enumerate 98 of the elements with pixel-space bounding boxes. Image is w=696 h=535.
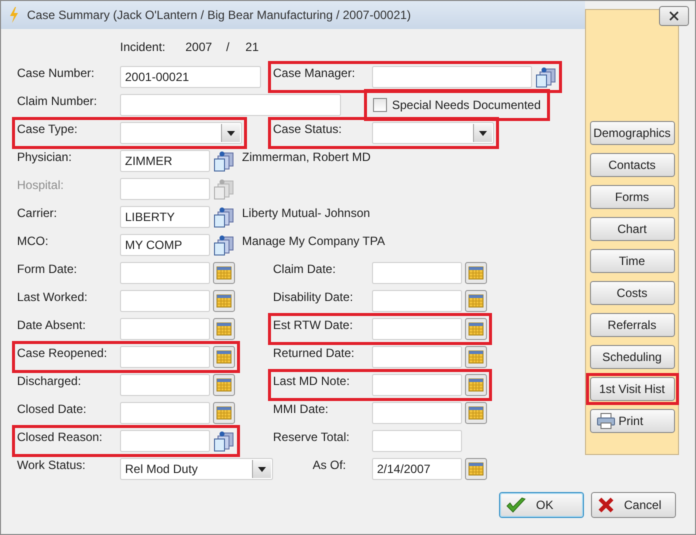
field-label: Date Absent: [17, 318, 87, 332]
calendar-icon[interactable] [213, 402, 235, 424]
calendar-icon[interactable] [213, 262, 235, 284]
lookup-description: Manage My Company TPA [242, 234, 385, 248]
field-label: Reserve Total: [273, 430, 350, 444]
side-button[interactable]: Referrals [590, 313, 674, 337]
dropdown-field[interactable] [120, 122, 242, 144]
ok-button[interactable]: OK [499, 492, 584, 518]
close-icon [598, 497, 614, 513]
field-label: Case Reopened: [17, 346, 108, 360]
field-label: Est RTW Date: [273, 318, 354, 332]
dropdown-arrow-icon [258, 466, 266, 472]
dropdown-field[interactable] [372, 122, 494, 144]
field-label: Physician: [17, 150, 73, 164]
field-label: Claim Date: [273, 262, 337, 276]
field-label: Work Status: [17, 458, 86, 472]
lookup-description: Zimmerman, Robert MD [242, 150, 371, 164]
input-field[interactable] [120, 346, 210, 368]
calendar-icon[interactable] [465, 290, 487, 312]
window-title: Case Summary (Jack O'Lantern / Big Bear Manufacturing / 2007-00021) [27, 8, 411, 22]
input-field[interactable]: ZIMMER [120, 150, 210, 172]
field-label: MCO: [17, 234, 50, 248]
incident-number: 21 [245, 40, 259, 54]
special-needs-checkbox[interactable]: Special Needs Documented [369, 98, 545, 112]
calendar-icon[interactable] [213, 346, 235, 368]
calendar-icon[interactable] [465, 458, 487, 480]
calendar-icon[interactable] [465, 262, 487, 284]
lookup-icon[interactable] [213, 150, 235, 172]
calendar-icon[interactable] [213, 374, 235, 396]
printer-icon [596, 413, 614, 429]
input-field[interactable] [372, 290, 462, 312]
field-label: Form Date: [17, 262, 78, 276]
calendar-icon[interactable] [213, 318, 235, 340]
field-label: Case Number: [17, 66, 96, 80]
side-button[interactable]: 1st Visit Hist [590, 377, 674, 401]
field-label: Carrier: [17, 206, 58, 220]
calendar-icon[interactable] [465, 374, 487, 396]
incident-year: 2007 [185, 40, 212, 54]
input-field[interactable] [372, 318, 462, 340]
input-field[interactable] [372, 402, 462, 424]
input-field[interactable] [120, 94, 341, 116]
calendar-icon[interactable] [465, 318, 487, 340]
checkmark-icon [506, 497, 526, 513]
field-label: Last Worked: [17, 290, 88, 304]
side-button[interactable]: Print [590, 409, 674, 433]
field-label: Closed Reason: [17, 430, 104, 444]
input-field[interactable]: 2/14/2007 [372, 458, 462, 480]
input-field[interactable] [372, 374, 462, 396]
input-field[interactable]: LIBERTY [120, 206, 210, 228]
input-field[interactable] [120, 290, 210, 312]
input-field[interactable]: 2001-00021 [120, 66, 261, 88]
input-field[interactable] [372, 262, 462, 284]
field-label: Hospital: [17, 178, 65, 192]
dropdown-arrow-icon [227, 130, 235, 136]
close-button[interactable] [659, 6, 689, 26]
field-label: Case Manager: [273, 66, 356, 80]
side-button[interactable]: Time [590, 249, 674, 273]
input-field[interactable] [372, 430, 462, 452]
dropdown-field[interactable]: Rel Mod Duty [120, 458, 273, 480]
lightning-icon [9, 7, 19, 23]
side-button[interactable]: Chart [590, 217, 674, 241]
calendar-icon[interactable] [213, 290, 235, 312]
lookup-icon[interactable] [213, 206, 235, 228]
input-field[interactable] [372, 66, 532, 88]
field-label: Returned Date: [273, 346, 356, 360]
input-field[interactable] [120, 318, 210, 340]
side-button[interactable]: Contacts [590, 153, 674, 177]
field-label: Case Type: [17, 122, 78, 136]
calendar-icon[interactable] [465, 402, 487, 424]
lookup-description: Liberty Mutual- Johnson [242, 206, 370, 220]
input-field[interactable] [372, 346, 462, 368]
lookup-icon[interactable] [213, 234, 235, 256]
input-field[interactable] [120, 430, 210, 452]
dropdown-arrow-icon [479, 130, 487, 136]
input-field[interactable] [120, 178, 210, 200]
field-label: As Of: [312, 458, 347, 472]
side-button[interactable]: Forms [590, 185, 674, 209]
lookup-icon[interactable] [213, 430, 235, 452]
input-field[interactable] [120, 402, 210, 424]
input-field[interactable] [120, 262, 210, 284]
field-label: Closed Date: [17, 402, 88, 416]
field-label: Last MD Note: [273, 374, 351, 388]
field-label: Case Status: [273, 122, 343, 136]
incident-separator: / [226, 40, 230, 54]
side-button[interactable]: Costs [590, 281, 674, 305]
side-button[interactable]: Demographics [590, 121, 674, 145]
cancel-button[interactable]: Cancel [591, 492, 676, 518]
field-label: Discharged: [17, 374, 82, 388]
incident-label: Incident: [120, 40, 166, 54]
side-button[interactable]: Scheduling [590, 345, 674, 369]
lookup-icon[interactable] [535, 66, 557, 88]
field-label: Disability Date: [273, 290, 354, 304]
input-field[interactable]: MY COMP [120, 234, 210, 256]
close-icon [669, 11, 679, 21]
input-field[interactable] [120, 374, 210, 396]
calendar-icon[interactable] [465, 346, 487, 368]
field-label: Claim Number: [17, 94, 98, 108]
field-label: MMI Date: [273, 402, 330, 416]
